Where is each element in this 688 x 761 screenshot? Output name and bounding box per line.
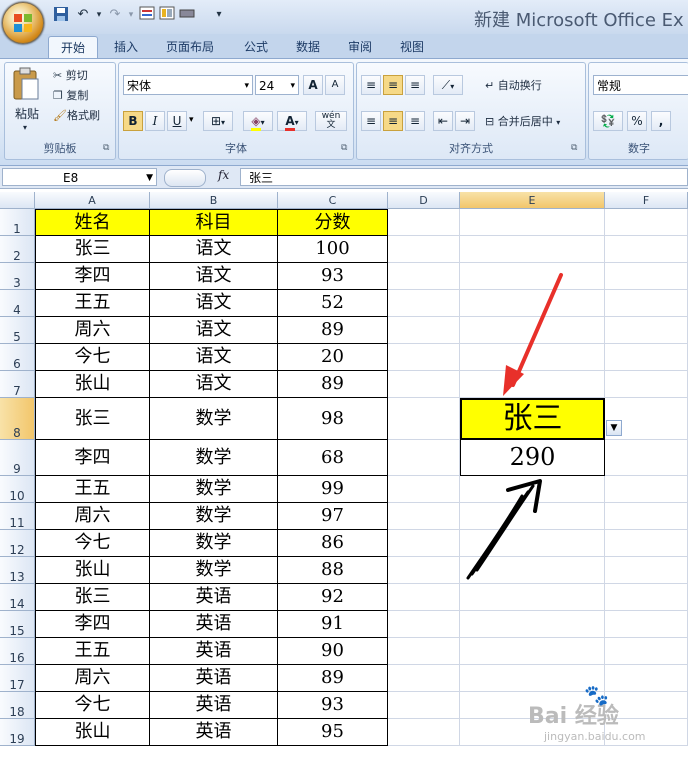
office-button[interactable]: [2, 2, 44, 44]
baidu-paw-icon: 🐾: [584, 683, 609, 707]
office-logo-icon: [14, 14, 32, 32]
annotation-arrows: [466, 273, 563, 580]
red-arrow-icon: [503, 273, 563, 396]
black-arrow-icon: [466, 479, 542, 580]
watermark-url: jingyan.baidu.com: [544, 730, 646, 743]
